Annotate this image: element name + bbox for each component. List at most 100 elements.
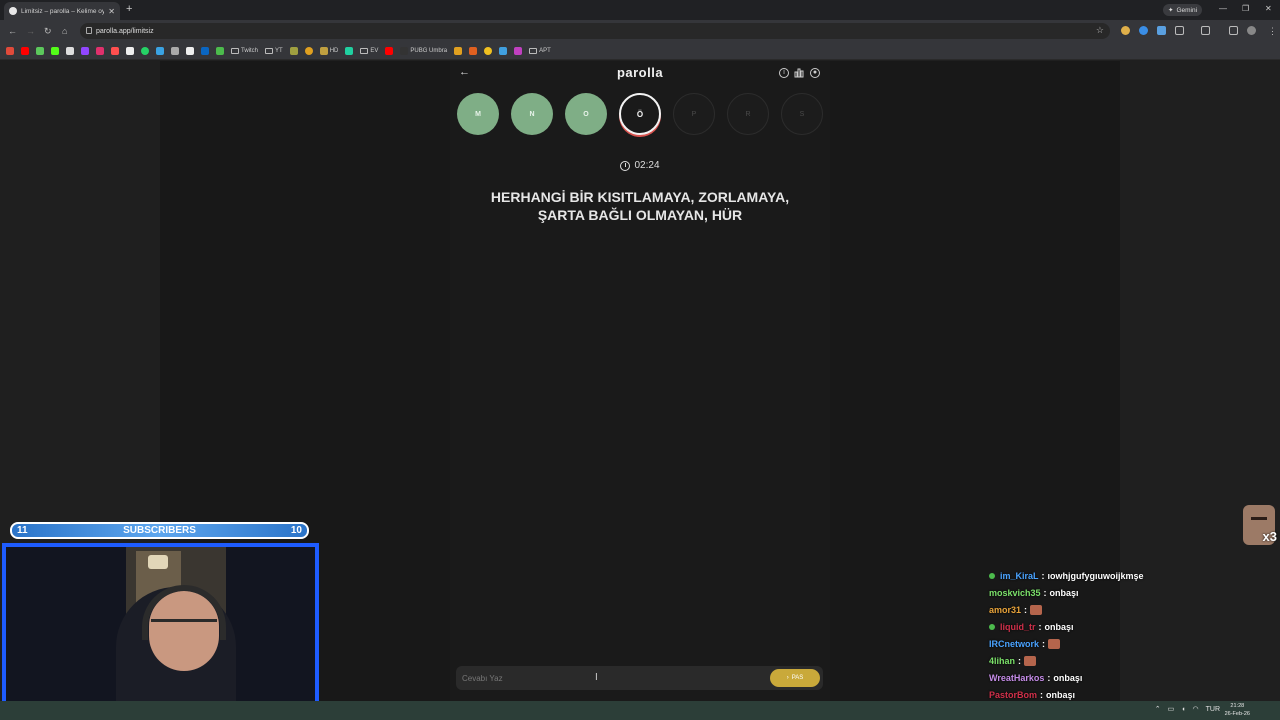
- forward-nav-icon[interactable]: →: [26, 26, 35, 36]
- bookmark-icon[interactable]: [514, 46, 523, 55]
- chevron-right-icon: ›: [786, 675, 789, 681]
- emote-icon: [1030, 604, 1043, 615]
- bookmark-icon[interactable]: [171, 46, 179, 55]
- emote-icon: [1048, 638, 1061, 649]
- site-favicon-icon: [9, 7, 17, 15]
- pass-button[interactable]: › PAS: [770, 669, 820, 687]
- bookmark-icon[interactable]: [216, 46, 224, 55]
- gemini-button[interactable]: ✦ Gemini: [1163, 4, 1203, 16]
- extension-icon[interactable]: [1157, 26, 1166, 35]
- minimize-icon[interactable]: —: [1219, 4, 1227, 13]
- wifi-icon[interactable]: ◠: [1193, 705, 1199, 713]
- avatar-multiplier: x3: [1262, 529, 1277, 544]
- tab-title: Limitsiz – parolla – Kelime oyunu: [21, 7, 105, 15]
- x-icon[interactable]: [126, 46, 134, 55]
- site-info-icon[interactable]: [86, 27, 92, 34]
- folder-icon: [265, 47, 274, 54]
- extensions-puzzle-icon[interactable]: [1175, 26, 1184, 35]
- close-window-icon[interactable]: ✕: [1265, 4, 1272, 13]
- language-indicator[interactable]: TUR: [1206, 706, 1220, 713]
- bookmark-icon[interactable]: [499, 46, 508, 55]
- volume-icon[interactable]: ◖: [1181, 706, 1185, 713]
- stats-chart-icon[interactable]: [794, 68, 804, 78]
- emote-icon: [1024, 655, 1037, 666]
- chat-username: amor31: [989, 604, 1022, 615]
- bookmark-icon[interactable]: [345, 46, 354, 55]
- text-cursor-icon: I: [595, 672, 598, 683]
- chat-separator: :: [1018, 655, 1022, 666]
- webcam-feed: [2, 543, 319, 720]
- bookmark-pubg[interactable]: PUBG Umbra: [400, 46, 447, 55]
- answer-bar: I › PAS: [456, 666, 823, 690]
- chat-separator: :: [1041, 570, 1045, 581]
- youtube-icon[interactable]: [21, 46, 29, 55]
- bookmark-icon: [400, 46, 409, 55]
- bookmark-icon[interactable]: [469, 46, 478, 55]
- chat-text: onbaşı: [1053, 672, 1083, 683]
- extension-icon[interactable]: [1121, 26, 1130, 35]
- taskbar-clock[interactable]: 21:28 26-Feb-26: [1225, 702, 1250, 718]
- media-icon[interactable]: [1229, 26, 1238, 35]
- bookmark-folder-ev[interactable]: EV: [360, 47, 378, 54]
- back-nav-icon[interactable]: ←: [8, 26, 17, 36]
- info-icon[interactable]: i: [779, 68, 789, 78]
- address-bar[interactable]: parolla.app/limitsiz ☆: [80, 23, 1110, 39]
- trophy-icon[interactable]: [454, 46, 463, 55]
- bookmark-icon[interactable]: [111, 46, 119, 55]
- chat-text: ıowhjgufygıuwoijkmşe: [1047, 570, 1144, 581]
- bookmark-hd[interactable]: HD: [319, 46, 338, 55]
- home-icon[interactable]: ⌂: [62, 26, 67, 36]
- chat-message: im_KiraL: ıowhjgufygıuwoijkmşe: [989, 567, 1169, 584]
- chevron-up-icon[interactable]: ⌃: [1155, 705, 1161, 713]
- browser-tab[interactable]: Limitsiz – parolla – Kelime oyunu ✕: [4, 2, 120, 20]
- online-dot-icon: [989, 572, 995, 579]
- game-header: ← parolla i ●: [450, 61, 830, 85]
- pass-label: PAS: [791, 675, 804, 681]
- new-tab-button[interactable]: +: [126, 3, 132, 15]
- clock-icon: [620, 160, 631, 171]
- kick-icon[interactable]: [51, 46, 59, 55]
- chat-username: im_KiraL: [1000, 570, 1039, 581]
- subscriber-goal-bar: 11 SUBSCRIBERS 10: [10, 522, 309, 539]
- chat-separator: :: [1043, 587, 1047, 598]
- menu-kebab-icon[interactable]: ⋮: [1268, 26, 1277, 37]
- profile-avatar[interactable]: [1247, 26, 1256, 35]
- answer-input[interactable]: [462, 669, 762, 687]
- whatsapp-icon[interactable]: [141, 46, 149, 55]
- bookmark-icon[interactable]: [304, 46, 313, 55]
- chat-username: moskvich35: [989, 587, 1041, 598]
- sidebar-icon[interactable]: [1201, 26, 1210, 35]
- bookmark-icon[interactable]: [484, 46, 493, 55]
- profile-icon[interactable]: ●: [810, 68, 820, 78]
- app-logo[interactable]: parolla: [450, 65, 830, 80]
- bookmark-folder-twitch[interactable]: Twitch: [231, 47, 258, 54]
- chat-separator: :: [1038, 621, 1042, 632]
- letter-m: M: [457, 93, 499, 135]
- bookmark-icon[interactable]: [289, 46, 298, 55]
- extension-icon[interactable]: [1139, 26, 1148, 35]
- close-tab-icon[interactable]: ✕: [108, 7, 115, 16]
- reload-icon[interactable]: ↻: [44, 26, 52, 37]
- bookmark-icon[interactable]: [36, 46, 44, 55]
- linkedin-icon[interactable]: [201, 46, 209, 55]
- bookmark-star-icon[interactable]: ☆: [1096, 25, 1104, 36]
- bookmark-icon[interactable]: [186, 46, 194, 55]
- bookmark-icon[interactable]: [6, 46, 14, 55]
- youtube-icon[interactable]: [385, 46, 394, 55]
- twitch-icon[interactable]: [81, 46, 89, 55]
- chat-text: onbaşı: [1046, 689, 1076, 700]
- letter-r: R: [727, 93, 769, 135]
- instagram-icon[interactable]: [96, 46, 104, 55]
- restore-icon[interactable]: ❐: [1242, 4, 1249, 13]
- bookmark-folder-apt[interactable]: APT: [529, 47, 551, 54]
- bookmark-icon[interactable]: [66, 46, 74, 55]
- network-icon[interactable]: ▭: [1168, 705, 1175, 713]
- letter-s: S: [781, 93, 823, 135]
- letter-p: P: [673, 93, 715, 135]
- bookmark-folder-yt[interactable]: YT: [265, 47, 283, 54]
- chat-message: IRCnetwork:: [989, 635, 1169, 652]
- chat-username: PastorBom: [989, 689, 1038, 700]
- sub-goal-label: SUBSCRIBERS: [123, 525, 196, 536]
- bookmark-icon: [319, 46, 328, 55]
- bookmark-icon[interactable]: [156, 46, 164, 55]
